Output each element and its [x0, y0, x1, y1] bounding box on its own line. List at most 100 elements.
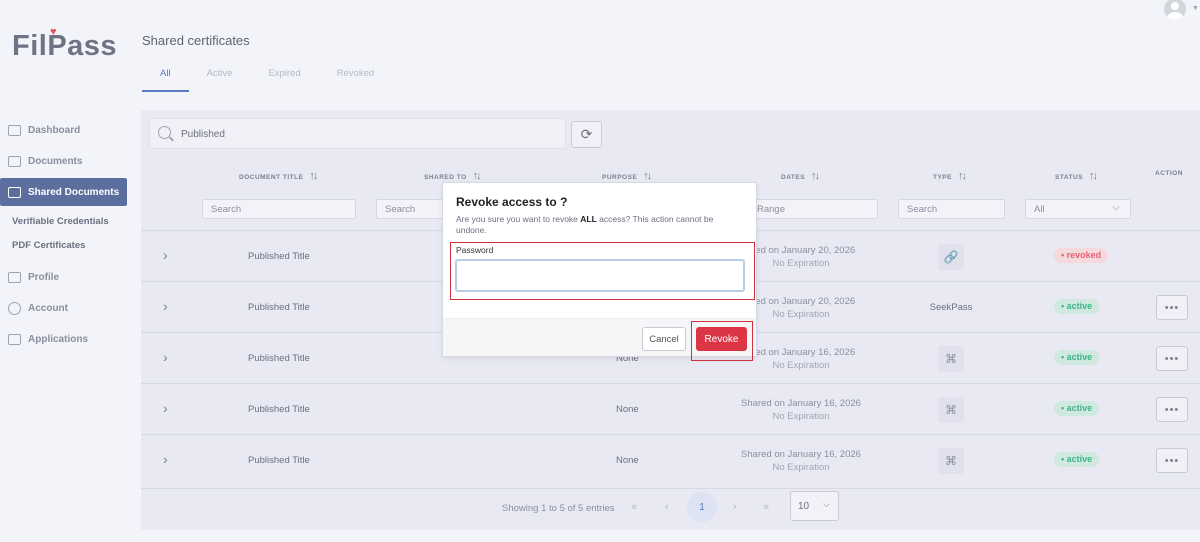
row-dates: ared on January 16, 2026 No Expiration [746, 347, 856, 371]
row-purpose: None [616, 404, 639, 415]
status-filter-select[interactable]: All ⌵ [1025, 199, 1131, 219]
row-actions-button[interactable]: ••• [1156, 397, 1188, 422]
status-tabs: All Active Expired Revoked [142, 62, 392, 92]
sort-icon[interactable]: ↑↓ [309, 170, 318, 182]
last-page-button[interactable]: » [763, 501, 769, 513]
password-field-group: Password [450, 242, 755, 300]
row-title: Published Title [248, 251, 310, 262]
account-icon [8, 301, 21, 315]
row-title: Published Title [248, 353, 310, 364]
next-page-button[interactable]: › [733, 501, 737, 513]
row-purpose: None [616, 455, 639, 466]
logo-text: FilPass [12, 30, 118, 62]
sidebar-item-verifiable-credentials[interactable]: Verifiable Credentials [0, 209, 135, 233]
sidebar-item-shared-documents[interactable]: Shared Documents [0, 178, 127, 206]
chevron-down-icon: ⌵ [1112, 202, 1120, 213]
tab-active[interactable]: Active [189, 62, 251, 92]
row-dates: Shared on January 16, 2026 No Expiration [741, 449, 861, 473]
dialog-footer: Cancel Revoke [443, 318, 756, 361]
password-input[interactable] [455, 259, 745, 292]
row-title: Published Title [248, 302, 310, 313]
sidebar-item-label: Verifiable Credentials [12, 215, 109, 227]
sort-icon[interactable]: ↑↓ [643, 170, 652, 182]
tab-revoked[interactable]: Revoked [319, 62, 393, 92]
expand-row-icon[interactable]: › [163, 400, 168, 416]
status-badge: • active [1054, 401, 1100, 416]
sort-icon[interactable]: ↑↓ [473, 170, 482, 182]
expand-row-icon[interactable]: › [163, 298, 168, 314]
shared-documents-icon [8, 186, 21, 198]
qr-code-icon: ⌘ [938, 397, 964, 423]
sort-icon[interactable]: ↑↓ [811, 170, 820, 182]
sort-icon[interactable]: ↑↓ [958, 170, 967, 182]
sidebar-item-dashboard[interactable]: Dashboard [0, 116, 135, 144]
sort-icon[interactable]: ↑↓ [1089, 170, 1098, 182]
avatar[interactable] [1164, 0, 1186, 20]
qr-code-icon: ⌘ [938, 346, 964, 372]
page-size-select[interactable]: 10 ⌵ [790, 491, 839, 521]
status-badge: • active [1054, 299, 1100, 314]
cancel-button[interactable]: Cancel [642, 327, 686, 351]
table-row: › Published Title None Shared on January… [141, 383, 1200, 434]
title-filter-input[interactable]: Search [202, 199, 356, 219]
home-icon [8, 124, 21, 136]
expand-row-icon[interactable]: › [163, 349, 168, 365]
column-header-type[interactable]: TYPE ↑↓ [933, 170, 967, 182]
row-actions-button[interactable]: ••• [1156, 448, 1188, 473]
page-title: Shared certificates [142, 33, 250, 48]
search-icon [158, 126, 171, 139]
sidebar-nav: Dashboard Documents Shared Documents Ver… [0, 116, 135, 356]
sidebar-item-pdf-certificates[interactable]: PDF Certificates [0, 233, 135, 257]
row-actions-button[interactable]: ••• [1156, 346, 1188, 371]
pagination-info: Showing 1 to 5 of 5 entries [502, 503, 615, 514]
revoke-button-highlight: Revoke [691, 321, 753, 361]
expand-row-icon[interactable]: › [163, 451, 168, 467]
column-header-status[interactable]: STATUS ↑↓ [1055, 170, 1098, 182]
sidebar-item-label: Profile [28, 271, 60, 283]
password-label: Password [456, 245, 494, 255]
row-type: SeekPass [929, 302, 973, 313]
chevron-down-icon: ⌵ [823, 499, 830, 509]
sidebar-item-label: Dashboard [28, 124, 81, 136]
row-dates: ared on January 20, 2026 No Expiration [746, 296, 856, 320]
sidebar-item-account[interactable]: Account [0, 294, 135, 322]
filpass-logo[interactable]: FilPass ♥ [12, 26, 118, 63]
revoke-button[interactable]: Revoke [696, 327, 747, 351]
refresh-button[interactable]: ⟳ [571, 121, 602, 148]
sidebar-item-profile[interactable]: Profile [0, 263, 135, 291]
expand-row-icon[interactable]: › [163, 247, 168, 263]
dialog-title: Revoke access to ? [456, 195, 568, 209]
sidebar-item-label: Shared Documents [28, 186, 120, 198]
column-header-dates[interactable]: DATES ↑↓ [781, 170, 820, 182]
prev-page-button[interactable]: ‹ [665, 501, 669, 513]
row-title: Published Title [248, 455, 310, 466]
row-dates: ared on January 20, 2026 No Expiration [746, 245, 856, 269]
sidebar-item-label: PDF Certificates [12, 239, 86, 251]
first-page-button[interactable]: « [631, 501, 637, 513]
column-header-action: ACTION [1155, 170, 1183, 177]
page-1-button[interactable]: 1 [687, 492, 717, 522]
chevron-down-icon[interactable]: ▼ [1192, 5, 1199, 12]
search-input[interactable]: Published [149, 118, 566, 149]
revoke-access-dialog: Revoke access to ? Are you sure you want… [442, 182, 757, 361]
qr-code-icon: ⌘ [938, 448, 964, 474]
status-badge: • revoked [1054, 248, 1109, 263]
sidebar-item-label: Documents [28, 155, 83, 167]
column-header-document-title[interactable]: DOCUMENT TITLE ↑↓ [239, 170, 318, 182]
dialog-message: Are you sure you want to revoke ALL acce… [456, 214, 714, 235]
sidebar-item-documents[interactable]: Documents [0, 147, 135, 175]
profile-icon [8, 271, 21, 283]
sidebar-item-label: Applications [28, 333, 89, 345]
tab-all[interactable]: All [142, 62, 189, 92]
column-header-shared-to[interactable]: SHARED TO ↑↓ [424, 170, 482, 182]
sidebar-item-applications[interactable]: Applications [0, 325, 135, 353]
column-header-purpose[interactable]: PURPOSE ↑↓ [602, 170, 652, 182]
dates-filter-input[interactable]: Range [748, 199, 878, 219]
pagination: Showing 1 to 5 of 5 entries « ‹ 1 › » 10… [141, 488, 1200, 526]
table-row: › Published Title None Shared on January… [141, 434, 1200, 485]
row-actions-button[interactable]: ••• [1156, 295, 1188, 320]
type-filter-input[interactable]: Search [898, 199, 1005, 219]
heart-icon: ♥ [50, 26, 58, 38]
link-icon: 🔗 [938, 244, 964, 270]
tab-expired[interactable]: Expired [250, 62, 318, 92]
